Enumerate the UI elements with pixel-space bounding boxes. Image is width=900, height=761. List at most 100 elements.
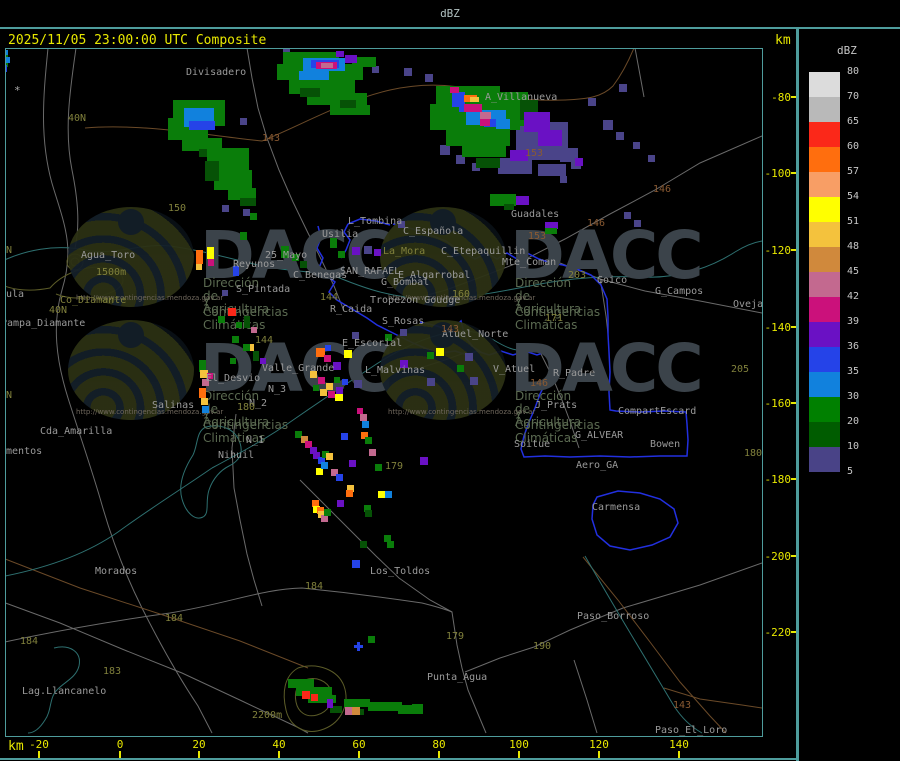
radar-echo-pixel — [538, 164, 566, 176]
watermark-url-text: http://www.contingencias.mendoza.gov.ar — [388, 408, 536, 416]
map-content: DACC Dirección de Agricultura y Contingenc… — [6, 49, 762, 736]
radar-echo-pixel — [326, 453, 333, 460]
radar-echo-pixel — [335, 394, 343, 401]
bottom-axis-tick — [358, 751, 360, 758]
map-label-road-number: 40N — [68, 113, 87, 124]
radar-echo-pixel — [588, 98, 596, 106]
radar-echo-pixel — [240, 198, 256, 206]
map-label-town: C_Española — [403, 226, 464, 237]
map-label-road-number: 153 — [528, 231, 547, 242]
map-label-town: amentos — [6, 446, 43, 457]
radar-echo-pixel — [427, 352, 434, 359]
radar-echo-pixel — [624, 212, 631, 219]
map-label-town: Lag.Llancanelo — [22, 686, 107, 697]
map-label-road-number: 143 — [441, 324, 460, 335]
bottom-axis-tick-label: 60 — [352, 738, 366, 751]
legend-color-box — [809, 72, 840, 97]
map-label-town: L_Malvinas — [365, 365, 426, 376]
radar-echo-pixel — [251, 327, 257, 333]
map-label-town: Aero_GA — [576, 460, 619, 471]
map-label-town: Guadales — [511, 209, 560, 220]
map-label-town: Los_Toldos — [370, 566, 431, 577]
radar-echo-pixel — [357, 642, 360, 651]
radar-echo-pixel — [337, 500, 344, 507]
legend-value-label: 65 — [847, 116, 860, 127]
radar-echo-pixel — [360, 541, 367, 548]
radar-echo-pixel — [369, 449, 376, 456]
right-axis-tick-label: -220 — [764, 626, 792, 639]
radar-echo-pixel — [427, 378, 435, 386]
legend-value-label: 42 — [847, 291, 860, 302]
bottom-axis-tick — [678, 751, 680, 758]
radar-echo-pixel — [230, 358, 236, 364]
map-label-town: Punta_Agua — [427, 672, 488, 683]
right-axis-tick-label: -180 — [764, 473, 792, 486]
map-label-road-number: 143 — [673, 700, 692, 711]
map-label-road-number: 146 — [653, 184, 672, 195]
map-label-road-number: 0N — [6, 245, 13, 256]
radar-echo-pixel — [374, 249, 381, 256]
radar-echo-pixel — [575, 158, 583, 166]
radar-echo-pixel — [457, 365, 464, 372]
radar-echo-pixel — [232, 336, 239, 343]
radar-echo-pixel — [320, 389, 327, 396]
radar-echo-pixel — [633, 142, 640, 149]
map-label-road-number: 146 — [587, 218, 606, 229]
radar-echo-pixel — [476, 158, 500, 168]
map-marker-asterisk: * — [14, 84, 21, 97]
map-label-road-number: 171 — [545, 313, 564, 324]
timestamp-label: 2025/11/05 23:00:00 UTC Composite — [8, 33, 267, 48]
map-label-road-number: 153 — [525, 148, 544, 159]
map-label-road-number: 146 — [530, 378, 549, 389]
map-label-town: Paso_Borroso — [577, 611, 650, 622]
radar-echo-pixel — [412, 704, 423, 714]
map-label-town: V_Atuel — [493, 364, 536, 375]
legend-color-box — [809, 122, 840, 147]
legend-value-label: 39 — [847, 316, 860, 327]
bottom-axis-tick-label: 40 — [272, 738, 286, 751]
radar-echo-pixel — [365, 437, 372, 444]
bottom-axis-tick — [518, 751, 520, 758]
radar-echo-pixel — [207, 247, 214, 259]
radar-echo-pixel — [222, 290, 228, 296]
map-label-town: L_Tombina — [348, 216, 403, 227]
radar-echo-pixel — [524, 112, 550, 132]
radar-echo-pixel — [222, 205, 229, 212]
map-label-town: S_Pintada — [236, 284, 291, 295]
legend-value-label: 54 — [847, 191, 860, 202]
legend-value-label: 45 — [847, 266, 860, 277]
map-label-town: La_Mora — [383, 246, 426, 257]
legend-value-label: 57 — [847, 166, 860, 177]
map-label-road-number: 40N — [49, 305, 68, 316]
radar-echo-pixel — [365, 510, 372, 517]
radar-echo-pixel — [326, 383, 333, 390]
radar-echo-pixel — [328, 391, 335, 398]
radar-echo-pixel — [311, 694, 318, 701]
radar-echo-pixel — [346, 490, 353, 497]
bottom-axis-tick-label: 120 — [589, 738, 609, 751]
map-label-town: Tropezon Goudge — [370, 295, 461, 306]
radar-echo-pixel — [336, 474, 343, 481]
radar-echo-pixel — [404, 68, 412, 76]
radar-echo-pixel — [340, 100, 356, 108]
map-label-town: J_Prats — [535, 400, 578, 411]
map-label-road-number: 143 — [262, 133, 281, 144]
bottom-axis-tick-label: 80 — [432, 738, 446, 751]
legend-value-label: 5 — [847, 466, 854, 477]
radar-echo-pixel — [362, 421, 369, 428]
radar-echo-pixel — [250, 213, 257, 220]
radar-echo-pixel — [205, 161, 219, 181]
right-axis-tick-label: -140 — [764, 321, 792, 334]
radar-echo-pixel — [240, 232, 247, 240]
map-label-road-number: 144 — [320, 292, 339, 303]
radar-echo-pixel — [240, 118, 247, 125]
map-label-town: E_Escorial — [342, 338, 403, 349]
radar-echo-pixel — [199, 388, 206, 398]
radar-echo-pixel — [436, 348, 444, 356]
map-label-town: Oveja — [733, 299, 762, 310]
map-label-town: Paso_El_Loro — [655, 725, 728, 736]
radar-echo-pixel — [345, 55, 357, 63]
map-label-town: Usilia — [322, 229, 359, 240]
map-label-town: G_Bombal — [381, 277, 430, 288]
map-label-town: Morados — [95, 566, 138, 577]
